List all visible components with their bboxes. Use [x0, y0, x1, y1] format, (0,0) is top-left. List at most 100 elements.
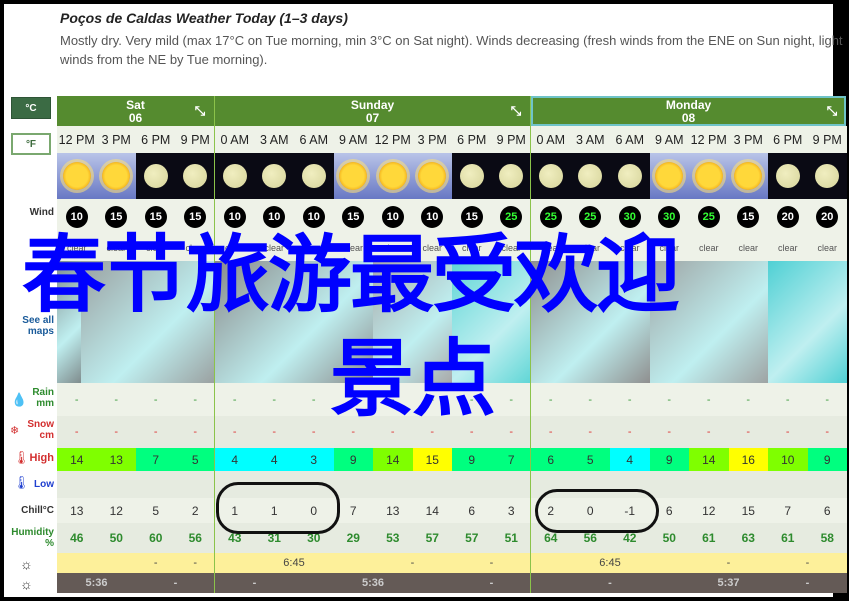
sunset-time: - — [489, 577, 494, 589]
forecast-summary: Poços de Caldas Weather Today (1–3 days)… — [60, 10, 843, 69]
collapse-icon[interactable]: ⤡ — [825, 104, 839, 118]
sunrise-time: - — [193, 557, 198, 569]
hour-label: 6 AM — [615, 132, 645, 147]
chill-temp: 13 — [386, 503, 400, 518]
day-header-monday[interactable]: Monday 08 ⤡ — [531, 96, 846, 126]
sun-icon — [102, 162, 131, 190]
snow-value: - — [706, 426, 711, 438]
sky-cell — [531, 153, 571, 199]
snow-value: - — [114, 426, 119, 438]
rain-value: - — [667, 393, 672, 406]
snow-value: - — [627, 426, 632, 438]
rain-icon: 💧 — [11, 392, 28, 407]
chill-temp: 12 — [702, 503, 716, 518]
sunset-row: 5:36 - - 5:36 - - 5:37 - — [57, 573, 847, 593]
hour-label: 3 PM — [417, 132, 447, 147]
high-temp: 10 — [768, 448, 808, 471]
high-temp: 13 — [96, 448, 136, 471]
high-temp: 4 — [254, 448, 294, 471]
low-row — [57, 471, 847, 498]
hour-label: 6 AM — [299, 132, 329, 147]
high-temp: 7 — [136, 448, 176, 471]
humidity-label: Humidity % — [11, 527, 54, 549]
rain-value: - — [588, 393, 593, 406]
sunrise-time: - — [805, 557, 810, 569]
sunset-time: 5:36 — [361, 577, 385, 589]
collapse-icon[interactable]: ⤡ — [509, 104, 523, 118]
sun-icon — [418, 162, 447, 190]
rain-value: - — [706, 393, 711, 406]
fahrenheit-button[interactable]: °F — [11, 133, 51, 155]
humidity-value: 53 — [386, 531, 400, 545]
high-temp: 4 — [215, 448, 255, 471]
sun-icon — [694, 162, 723, 190]
humidity-value: 57 — [425, 531, 439, 545]
sky-row — [57, 153, 847, 199]
sunrise-icon: ☼ — [20, 556, 33, 572]
hour-label: 0 AM — [220, 132, 250, 147]
snow-label: Snow cm — [27, 419, 54, 441]
weather-map-thumbnail[interactable] — [768, 261, 847, 383]
low-temp — [176, 471, 216, 498]
hour-label: 6 PM — [141, 132, 171, 147]
moon-icon — [499, 164, 524, 188]
hand-drawn-circle-sunday — [216, 482, 340, 534]
snow-value: - — [232, 426, 237, 438]
high-temp: 14 — [57, 448, 97, 471]
low-temp — [57, 471, 97, 498]
humidity-value: 50 — [109, 531, 123, 545]
wind-cell: 15 — [729, 199, 769, 235]
rain-label: Rain mm — [32, 387, 54, 409]
chill-row: 13 12 5 2 1 1 0 7 13 14 6 3 2 0 -1 6 12 15 7 6 — [57, 498, 847, 523]
sunrise-time: - — [489, 557, 494, 569]
sky-cell — [570, 153, 610, 199]
forecast-description-line1: Mostly dry. Very mild (max 17°C on Tue m… — [60, 33, 843, 48]
forecast-title: Poços de Caldas Weather Today (1–3 days) — [60, 10, 348, 26]
humidity-value: 60 — [149, 531, 163, 545]
sky-cell — [254, 153, 294, 199]
snow-value: - — [74, 426, 79, 438]
humidity-value: 57 — [465, 531, 479, 545]
rain-value: - — [825, 393, 830, 406]
day-header-sat[interactable]: Sat 06 ⤡ — [57, 96, 214, 126]
hour-label: 3 AM — [576, 132, 605, 147]
snow-value: - — [825, 426, 830, 438]
hour-label: 3 PM — [101, 132, 131, 147]
chill-temp: 2 — [191, 503, 199, 518]
celsius-button[interactable]: °C — [11, 97, 51, 119]
chill-temp: 3 — [507, 503, 515, 518]
sun-icon — [655, 162, 684, 190]
rain-value: - — [114, 393, 119, 406]
sunrise-time: - — [410, 557, 415, 569]
moon-icon — [538, 164, 563, 188]
moon-icon — [815, 164, 840, 188]
low-temp — [413, 471, 453, 498]
hour-label: 6 PM — [773, 132, 803, 147]
day-separator — [214, 96, 215, 593]
thermometer-cold-icon: 🌡 — [13, 475, 30, 490]
wind-cell: 20 — [768, 199, 808, 235]
day-date: 07 — [365, 111, 380, 125]
collapse-icon[interactable]: ⤡ — [193, 104, 207, 118]
humidity-row: 46 50 60 56 43 31 30 29 53 57 57 51 64 56 42 50 61 63 61 58 — [57, 523, 847, 553]
hour-label: 6 PM — [457, 132, 487, 147]
rain-unit: mm — [36, 398, 54, 409]
rain-value: - — [153, 393, 158, 406]
hand-drawn-circle-monday — [535, 489, 659, 533]
low-temp — [492, 471, 532, 498]
snow-value: - — [272, 426, 277, 438]
snow-value: - — [311, 426, 316, 438]
sun-icon — [378, 162, 407, 190]
chill-temp: 12 — [109, 503, 123, 518]
low-temp — [373, 471, 413, 498]
rain-value: - — [193, 393, 198, 406]
humidity-value: 50 — [662, 531, 676, 545]
sky-cell — [689, 153, 729, 199]
sunset-time: 5:36 — [85, 577, 108, 589]
rain-value: - — [74, 393, 79, 406]
high-temp: 9 — [333, 448, 373, 471]
day-header-sunday[interactable]: Sunday 07 ⤡ — [215, 96, 530, 126]
sunset-time: - — [173, 577, 178, 589]
sky-cell — [57, 153, 97, 199]
sky-cell — [333, 153, 373, 199]
